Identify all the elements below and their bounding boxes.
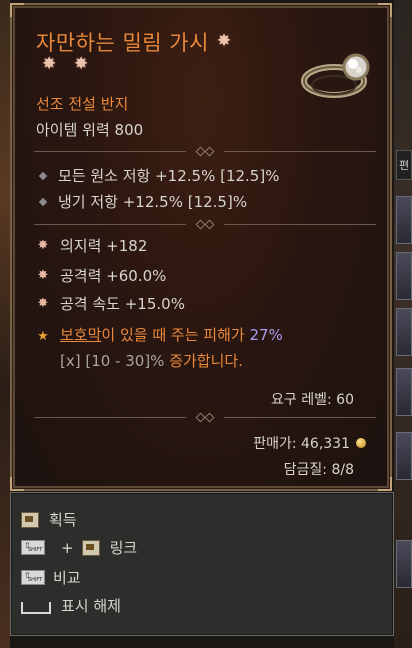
mouse-button-icon [21, 511, 39, 528]
stat-text: 의지력 +182 [60, 237, 148, 255]
control-label: 표시 해제 [61, 597, 121, 615]
sell-value-text: 판매가: 46,331 [253, 436, 350, 452]
inventory-slot[interactable] [396, 252, 412, 300]
diamond-bullet-icon [38, 197, 48, 206]
background-left [0, 0, 10, 648]
gem-socket-icon [217, 31, 233, 51]
inventory-slot[interactable] [396, 196, 412, 244]
control-label: 링크 [109, 539, 138, 557]
shift-key-icon: ⇧ SHIFT [21, 540, 45, 555]
legendary-aspect: ★ 보호막이 있을 때 주는 피해가 27% [x] [10 - 30]% 증가합… [36, 323, 376, 373]
stat-text: 냉기 저항 +12.5% [12.5]% [58, 193, 248, 211]
frame-corner [378, 477, 392, 491]
controls-panel: 획득 ⇧ SHIFT + 링크 ⇧ SHIFT 비교 표시 해제 [10, 492, 394, 636]
side-tab[interactable]: 편 [396, 150, 412, 180]
divider [34, 220, 376, 229]
item-type: 선조 전설 반지 [36, 95, 129, 113]
inventory-slot[interactable] [396, 368, 412, 416]
plus-icon: + [61, 538, 74, 557]
item-title-row: 자만하는 밀림 가시 [36, 27, 233, 57]
aspect-text: 증가합니다. [164, 352, 243, 370]
stat-text: 모든 원소 저항 +12.5% [12.5]% [58, 167, 280, 185]
divider [34, 147, 376, 156]
star-bullet-icon: ✸ [37, 238, 49, 253]
legendary-star-icon: ★ [37, 329, 49, 344]
frame-corner [10, 477, 24, 491]
item-power: 아이템 위력 800 [36, 121, 144, 139]
affix-stat: ✸ 공격 속도 +15.0% [36, 293, 185, 314]
aspect-keyword[interactable]: 보호막 [60, 326, 101, 344]
gem-sockets [42, 54, 90, 74]
diamond-bullet-icon [38, 171, 48, 180]
inventory-slot[interactable] [396, 432, 412, 480]
shift-key-icon: ⇧ SHIFT [21, 570, 45, 585]
control-label: 획득 [49, 511, 77, 529]
spacebar-icon [21, 601, 51, 614]
control-link[interactable]: ⇧ SHIFT + 링크 [21, 537, 137, 558]
stat-text: 공격력 +60.0% [60, 267, 167, 285]
gem-socket-icon [42, 54, 58, 74]
item-tooltip: 자만하는 밀림 가시 선조 전설 반지 아이템 위력 800 모든 원소 저항 … [10, 3, 392, 491]
temper-count: 담금질: 8/8 [283, 462, 354, 478]
ring-item-icon [301, 53, 370, 98]
required-level: 요구 레벨: 60 [271, 392, 354, 408]
control-compare[interactable]: ⇧ SHIFT 비교 [21, 567, 81, 588]
item-name: 자만하는 밀림 가시 [36, 31, 209, 55]
implicit-stat: 모든 원소 저항 +12.5% [12.5]% [36, 165, 279, 186]
implicit-stat: 냉기 저항 +12.5% [12.5]% [36, 191, 247, 212]
frame-corner [10, 3, 24, 17]
aspect-text: 이 있을 때 주는 피해가 [101, 326, 250, 344]
sell-value: 판매가: 46,331 [253, 433, 366, 453]
inventory-slot[interactable] [396, 540, 412, 588]
inventory-slot[interactable] [396, 308, 412, 356]
gold-coin-icon [356, 438, 366, 448]
aspect-value: 27% [249, 326, 283, 344]
divider [34, 413, 376, 422]
control-acquire[interactable]: 획득 [21, 509, 77, 530]
control-label: 비교 [53, 569, 81, 587]
gem-socket-icon [74, 54, 90, 74]
star-bullet-icon: ✸ [37, 268, 49, 283]
affix-stat: ✸ 공격력 +60.0% [36, 265, 167, 286]
affix-stat: ✸ 의지력 +182 [36, 235, 148, 256]
frame-corner [378, 3, 392, 17]
control-hide[interactable]: 표시 해제 [21, 595, 121, 616]
star-bullet-icon: ✸ [37, 296, 49, 311]
stat-text: 공격 속도 +15.0% [60, 295, 185, 313]
mouse-button-icon [81, 539, 100, 556]
aspect-range: [x] [10 - 30]% [60, 352, 165, 370]
